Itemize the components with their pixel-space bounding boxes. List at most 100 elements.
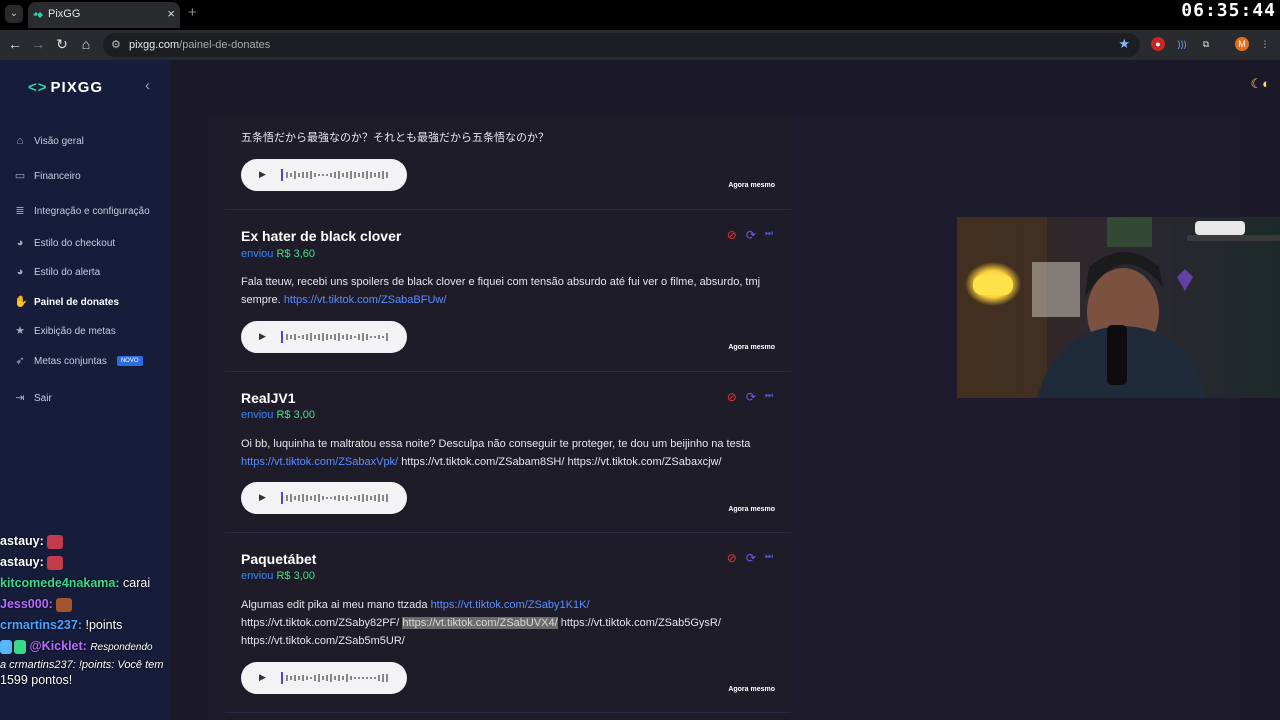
reload-icon[interactable]: ↻ [54, 36, 70, 53]
donation-amount: enviou R$ 3,00 [241, 570, 315, 582]
donation-time: Agora mesmo [728, 686, 775, 693]
donation-link[interactable]: https://vt.tiktok.com/ZSabaBFUw/ [284, 294, 447, 306]
play-icon[interactable]: ▶ [259, 169, 266, 180]
theme-toggle-icon[interactable]: ☾◐ [1250, 76, 1270, 92]
waveform [281, 331, 388, 343]
block-icon[interactable]: ⊘ [727, 228, 737, 242]
list-icon: ≣ [15, 205, 25, 217]
sidebar-item-estilo-alerta[interactable]: ◕ Estilo do alerta [14, 266, 100, 278]
chat-line: kitcomede4nakama: carai [0, 573, 200, 594]
audio-player[interactable]: ▶ [241, 662, 407, 694]
forward-arrow-icon[interactable]: → [30, 36, 46, 52]
sidebar-item-visao-geral[interactable]: ⌂ Visão geral [14, 135, 84, 147]
back-arrow-icon[interactable]: ← [7, 36, 23, 52]
address-bar[interactable]: ⚙ pixgg.com/painel-de-donates ★ [103, 33, 1140, 57]
browser-tab-bar: ⌄ PixGG × + 06:35:44 [0, 0, 1280, 30]
sidebar-item-label: Metas conjuntas [34, 355, 107, 367]
donation-time: Agora mesmo [728, 182, 775, 189]
block-icon[interactable]: ⊘ [727, 551, 737, 565]
chat-line: crmartins237: !points [0, 615, 200, 636]
sidebar-item-estilo-checkout[interactable]: ◕ Estilo do checkout [14, 237, 116, 249]
tab-search-button[interactable]: ⌄ [5, 5, 23, 23]
selected-link[interactable]: https://vt.tiktok.com/ZSabUVX4/ [402, 617, 558, 629]
extension-wave-icon[interactable]: ))) [1175, 37, 1189, 51]
sidebar-item-label: Financeiro [34, 170, 81, 182]
browser-tab[interactable]: PixGG × [28, 2, 180, 28]
chat-message: !points [85, 618, 123, 632]
audio-player[interactable]: ▶ [241, 159, 407, 191]
donation-message: Fala tteuw, recebi uns spoilers de black… [241, 273, 781, 309]
donation-message: Algumas edit pika ai meu mano ttzada htt… [241, 596, 781, 650]
donation-link[interactable]: https://vt.tiktok.com/ZSaby1K1K/ [431, 599, 590, 611]
address-url: pixgg.com/painel-de-donates [129, 39, 270, 51]
chat-username: crmartins237: [0, 618, 82, 632]
url-host: pixgg.com [129, 39, 180, 51]
message-text: Algumas edit pika ai meu mano ttzada [241, 599, 428, 611]
donation-link[interactable]: https://vt.tiktok.com/ZSabaxVpk/ [241, 456, 398, 468]
replay-icon[interactable]: ⟳ [746, 228, 756, 242]
donation-time: Agora mesmo [728, 344, 775, 351]
browser-menu-icon[interactable]: ⋮ [1258, 37, 1272, 51]
audio-player[interactable]: ▶ [241, 482, 407, 514]
webcam-overlay [957, 217, 1280, 398]
donation-link-plain[interactable]: https://vt.tiktok.com/ZSab5GysR/ [561, 617, 721, 629]
donation-card: RealJV1 ⊘ ⟳ ⏭ enviou R$ 3,00 Oi bb, luqu… [225, 372, 791, 533]
sidebar-item-metas-conjuntas[interactable]: ➶ Metas conjuntas NOVO [14, 355, 143, 367]
pixgg-logo: <> PIXGG [28, 79, 103, 96]
chat-message: 1599 pontos! [0, 673, 73, 687]
play-icon[interactable]: ▶ [259, 672, 266, 683]
skip-icon[interactable]: ⏭ [765, 551, 773, 565]
stream-clock: 06:35:44 [1181, 0, 1276, 21]
donation-amount: enviou R$ 3,60 [241, 248, 315, 260]
chat-message: a crmartins237: !points: Você tem [0, 659, 164, 671]
site-info-icon[interactable]: ⚙ [111, 38, 121, 51]
home-icon[interactable]: ⌂ [78, 36, 94, 52]
sidebar-item-integracao[interactable]: ≣ Integração e configuração [14, 205, 150, 217]
hand-coin-icon: ✋ [14, 296, 28, 308]
donation-link-plain[interactable]: https://vt.tiktok.com/ZSaby82PF/ [241, 617, 399, 629]
extensions-puzzle-icon[interactable]: ⧉ [1199, 37, 1213, 51]
skip-icon[interactable]: ⏭ [765, 228, 773, 242]
donation-amount: enviou R$ 3,00 [241, 409, 315, 421]
donation-message: Oi bb, luquinha te maltratou essa noite?… [241, 435, 781, 471]
block-icon[interactable]: ⊘ [727, 390, 737, 404]
donation-link-plain[interactable]: https://vt.tiktok.com/ZSabam8SH/ https:/… [401, 456, 721, 468]
play-icon[interactable]: ▶ [259, 331, 266, 342]
rocket-icon: ➶ [15, 355, 25, 367]
amount-value: R$ 3,60 [276, 248, 316, 260]
waveform [281, 492, 388, 504]
sidebar-item-exibicao-metas[interactable]: ★ Exibição de metas [14, 325, 116, 337]
replay-icon[interactable]: ⟳ [746, 390, 756, 404]
profile-avatar[interactable]: M [1235, 37, 1249, 51]
audio-player[interactable]: ▶ [241, 321, 407, 353]
home-icon: ⌂ [16, 135, 24, 147]
amount-prefix: enviou [241, 570, 274, 582]
emote-icon [47, 534, 64, 549]
pixgg-favicon-icon [33, 12, 43, 18]
chat-username: kitcomede4nakama: [0, 576, 120, 590]
amount-value: R$ 3,00 [276, 409, 316, 421]
new-badge: NOVO [116, 356, 143, 366]
chat-username: @Kicklet: [29, 639, 87, 653]
donation-card: 五条悟だから最強なのか？それとも最強だから五条悟なのか？ ▶ Agora mes… [225, 116, 791, 210]
chat-message: Respondendo [90, 642, 153, 653]
badge-icon [14, 639, 26, 654]
donation-link-plain[interactable]: https://vt.tiktok.com/ZSab5m5UR/ [241, 635, 405, 647]
bookmark-star-icon[interactable]: ★ [1118, 36, 1130, 52]
donation-message: 五条悟だから最強なのか？それとも最強だから五条悟なのか？ [241, 132, 549, 144]
sidebar-item-sair[interactable]: ⇥ Sair [14, 392, 51, 404]
emote-icon [56, 597, 73, 612]
sidebar-item-financeiro[interactable]: ▭ Financeiro [14, 170, 81, 182]
extension-record-icon[interactable]: ● [1151, 37, 1165, 51]
skip-icon[interactable]: ⏭ [765, 390, 773, 404]
tab-close-icon[interactable]: × [167, 6, 175, 21]
donation-actions: ⊘ ⟳ ⏭ [727, 551, 773, 565]
play-icon[interactable]: ▶ [259, 492, 266, 503]
bot-icon [0, 639, 12, 654]
replay-icon[interactable]: ⟳ [746, 551, 756, 565]
sidebar-item-label: Integração e configuração [34, 205, 150, 217]
sidebar-item-painel-donates[interactable]: ✋ Painel de donates [14, 296, 119, 308]
new-tab-button[interactable]: + [188, 4, 197, 21]
waveform [281, 672, 388, 684]
collapse-sidebar-icon[interactable]: ‹ [145, 77, 150, 94]
